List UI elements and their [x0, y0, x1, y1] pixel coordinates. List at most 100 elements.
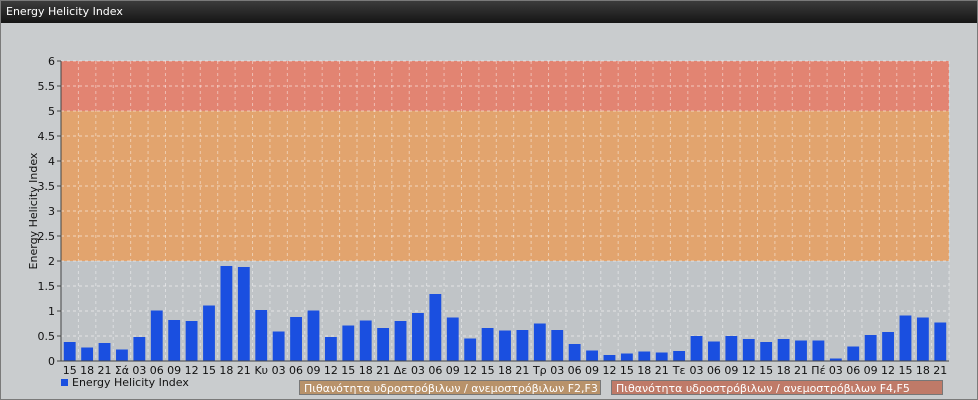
- x-tick-label: 12: [324, 364, 338, 377]
- bar: [168, 320, 181, 361]
- bar: [133, 337, 146, 361]
- bar: [620, 353, 633, 361]
- x-tick-label: 21: [933, 364, 947, 377]
- y-tick-label: 1.5: [38, 280, 56, 293]
- x-tick-label: 21: [655, 364, 669, 377]
- x-tick-label: 18: [916, 364, 930, 377]
- y-tick-label: 3.5: [38, 180, 56, 193]
- bar: [725, 336, 738, 361]
- y-tick-label: 1: [48, 305, 55, 318]
- bar: [220, 266, 233, 361]
- bar: [203, 305, 215, 361]
- x-tick-label: 09: [446, 364, 460, 377]
- bar: [586, 350, 598, 361]
- bar: [272, 331, 285, 361]
- y-tick-label: 3: [48, 205, 55, 218]
- x-tick-label: 12: [881, 364, 895, 377]
- bar: [359, 320, 372, 361]
- y-tick-label: 5: [48, 105, 55, 118]
- legend-series-label: Energy Helicity Index: [72, 376, 189, 389]
- x-tick-label: 21: [515, 364, 529, 377]
- bar: [98, 343, 111, 361]
- x-tick-label: 06: [846, 364, 860, 377]
- legend-series[interactable]: Energy Helicity Index: [61, 376, 189, 389]
- bar: [655, 352, 668, 361]
- chart-window: Energy Helicity Index 0 0.5 1 1.5 2 2.5 3 3.5 4 4…: [0, 0, 978, 400]
- x-tick-label: 15: [202, 364, 216, 377]
- bar: [412, 313, 424, 361]
- bar: [934, 322, 947, 361]
- y-tick-label: 6: [48, 55, 55, 68]
- x-tick-label: 12: [602, 364, 616, 377]
- bar: [63, 342, 76, 361]
- bar: [690, 336, 703, 361]
- bar: [812, 340, 825, 361]
- bar: [864, 335, 877, 361]
- x-tick-label: Πέ: [811, 364, 825, 377]
- bar: [342, 325, 355, 361]
- bar: [185, 321, 198, 361]
- window-title: Energy Helicity Index: [1, 1, 977, 23]
- x-tick-label: Κυ: [254, 364, 268, 377]
- bar: [255, 310, 268, 361]
- legend-zone-f2f3: Πιθανότητα υδροστρόβιλων / ανεμοστρόβιλω…: [299, 380, 601, 395]
- y-axis: 0 0.5 1 1.5 2 2.5 3 3.5 4 4.5 5 5.5 6: [38, 55, 62, 368]
- x-tick-label: 03: [411, 364, 425, 377]
- x-tick-label: Τρ: [532, 364, 547, 377]
- bar: [307, 310, 320, 361]
- bar: [290, 317, 302, 361]
- x-tick-label: 09: [864, 364, 878, 377]
- x-tick-label: 15: [759, 364, 773, 377]
- bar: [742, 339, 755, 361]
- bar: [899, 315, 912, 361]
- y-tick-label: 0.5: [38, 330, 56, 343]
- x-tick-label: 18: [219, 364, 233, 377]
- y-axis-label: Energy Helicity Index: [27, 152, 40, 269]
- x-tick-label: 15: [898, 364, 912, 377]
- y-tick-label: 5.5: [38, 80, 56, 93]
- x-tick-label: 03: [829, 364, 843, 377]
- x-tick-label: 03: [690, 364, 704, 377]
- bar: [777, 339, 790, 361]
- bar: [429, 294, 442, 361]
- bar: [795, 340, 807, 361]
- x-tick-label: 18: [359, 364, 373, 377]
- bar: [377, 328, 390, 361]
- x-tick-label: 15: [620, 364, 634, 377]
- x-tick-label: 12: [742, 364, 756, 377]
- bar: [760, 342, 773, 361]
- bar: [603, 355, 616, 361]
- x-tick-label: 09: [306, 364, 320, 377]
- y-tick-label: 4: [48, 155, 55, 168]
- bar: [394, 321, 407, 361]
- x-tick-label: 15: [481, 364, 495, 377]
- bar: [499, 330, 511, 361]
- x-tick-label: 03: [272, 364, 286, 377]
- bar: [916, 317, 929, 361]
- bar: [673, 351, 686, 361]
- bar: [847, 346, 860, 361]
- x-tick-label: 18: [637, 364, 651, 377]
- y-tick-label: 2.5: [38, 230, 56, 243]
- y-tick-label: 2: [48, 255, 55, 268]
- bar: [533, 323, 546, 361]
- x-tick-label: 21: [376, 364, 390, 377]
- x-tick-label: 06: [289, 364, 303, 377]
- x-tick-label: 18: [777, 364, 791, 377]
- x-tick-label: 21: [794, 364, 808, 377]
- x-tick-label: 12: [463, 364, 477, 377]
- ehi-chart: 00.511.522.533.544.555.56 15 18 21 Σά 03 06 09…: [27, 55, 950, 377]
- bar: [116, 349, 128, 361]
- x-tick-label: Τε: [672, 364, 686, 377]
- x-tick-label: 21: [237, 364, 251, 377]
- bar: [568, 344, 581, 361]
- x-tick-label: Δε: [394, 364, 408, 377]
- x-tick-label: 06: [707, 364, 721, 377]
- bar: [150, 310, 163, 361]
- bar: [708, 341, 720, 361]
- x-tick-label: 06: [428, 364, 442, 377]
- bar: [237, 267, 250, 361]
- y-tick-label: 0: [48, 355, 55, 368]
- bar: [882, 332, 894, 361]
- legend-zone-f4f5: Πιθανότητα υδροστρόβιλων / ανεμοστρόβιλω…: [611, 380, 943, 395]
